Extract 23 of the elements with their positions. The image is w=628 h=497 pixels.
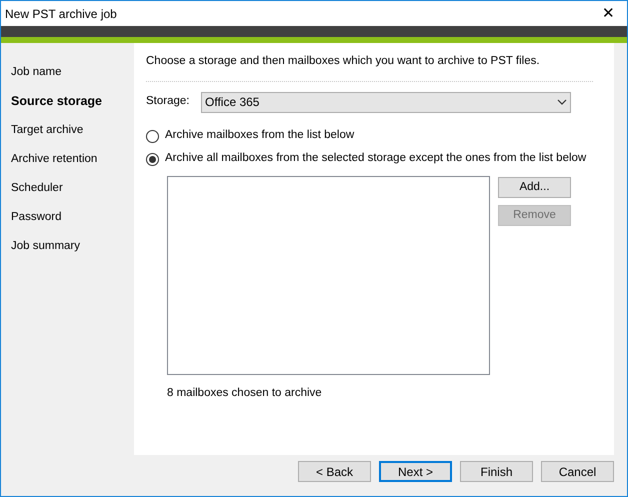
- storage-dropdown[interactable]: Office 365: [201, 92, 571, 112]
- footer-button[interactable]: Cancel: [541, 461, 614, 482]
- sidebar-item[interactable]: Password: [11, 209, 134, 225]
- radio-button[interactable]: [146, 152, 159, 166]
- sidebar-item[interactable]: Scheduler: [11, 180, 134, 196]
- sidebar-item[interactable]: Job name: [11, 64, 134, 80]
- sidebar-item[interactable]: Archive retention: [11, 151, 134, 167]
- radio-label: Archive mailboxes from the list below: [165, 128, 354, 144]
- close-button[interactable]: ✕: [602, 6, 615, 21]
- storage-label: Storage:: [146, 94, 190, 110]
- list-button[interactable]: Add...: [498, 177, 571, 198]
- status-text: 8 mailboxes chosen to archive: [167, 386, 323, 401]
- radio-button[interactable]: [146, 130, 159, 142]
- instruction-text: Choose a storage and then mailboxes which you want to archive to PST files.: [146, 54, 541, 69]
- window-title: New PST archive job: [5, 6, 117, 22]
- footer-button[interactable]: Next >: [379, 461, 452, 482]
- sidebar-item[interactable]: Job summary: [11, 238, 134, 254]
- sidebar-item[interactable]: Source storage: [11, 93, 134, 109]
- footer-button[interactable]: < Back: [298, 461, 371, 482]
- radio-label: Archive all mailboxes from the selected storage except the ones from the list below: [165, 151, 586, 166]
- footer-button[interactable]: Finish: [460, 461, 533, 482]
- sidebar-item[interactable]: Target archive: [11, 122, 134, 138]
- chevron-down-icon: [557, 99, 567, 105]
